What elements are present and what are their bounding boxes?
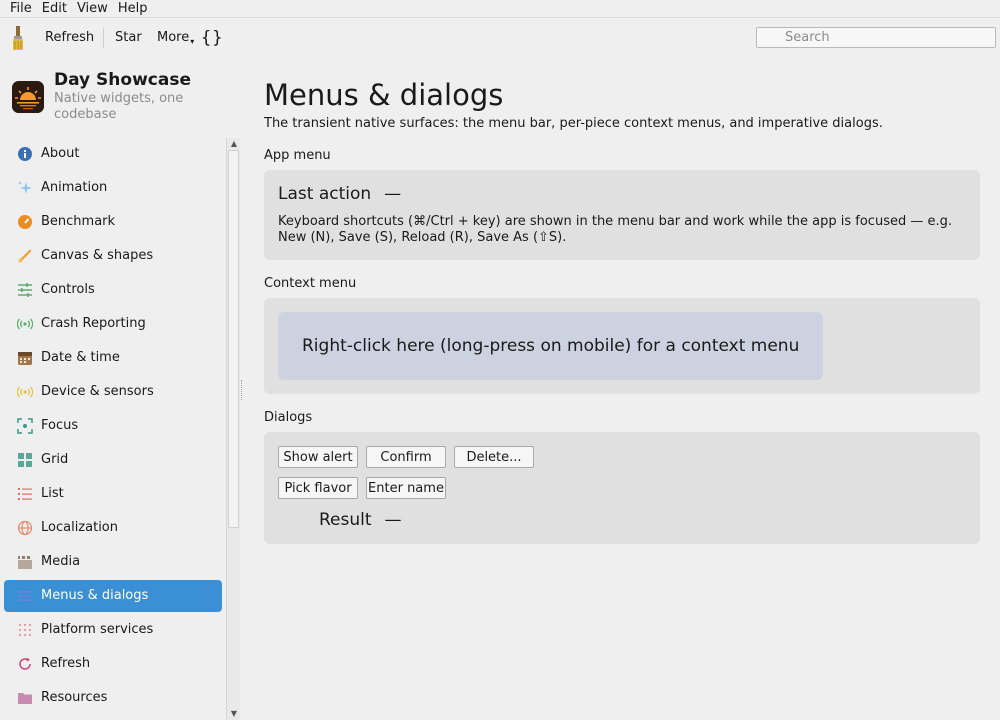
sidebar-item-label: Device & sensors — [41, 384, 154, 399]
more-button[interactable]: More▾ — [157, 30, 194, 47]
sidebar-item-label: Localization — [41, 520, 118, 535]
sidebar-item-canvas-shapes[interactable]: Canvas & shapes — [4, 240, 222, 272]
menu-edit[interactable]: Edit — [37, 0, 72, 17]
sidebar-item-device-sensors[interactable]: Device & sensors — [4, 376, 222, 408]
folder-icon — [17, 690, 33, 706]
scroll-up-arrow-icon[interactable]: ▲ — [229, 139, 239, 149]
sidebar-item-refresh[interactable]: Refresh — [4, 648, 222, 680]
menu-help[interactable]: Help — [113, 0, 153, 17]
app-subtitle: Native widgets, one codebase — [54, 91, 184, 122]
sensor-icon — [17, 384, 33, 400]
scroll-down-arrow-icon[interactable]: ▼ — [229, 709, 239, 719]
confirm-button[interactable]: Confirm — [366, 446, 446, 468]
scrollbar-thumb[interactable] — [228, 150, 239, 528]
sidebar-item-label: Media — [41, 554, 81, 569]
context-menu-target-area[interactable]: Right-click here (long-press on mobile) … — [278, 312, 823, 380]
app-menu-panel: Last action — Keyboard shortcuts (⌘/Ctrl … — [264, 170, 980, 260]
chevron-down-icon: ▾ — [190, 37, 195, 46]
braces-button[interactable]: {} — [201, 28, 223, 48]
sidebar-item-label: Platform services — [41, 622, 154, 637]
more-label: More — [157, 30, 190, 45]
sidebar-item-label: Menus & dialogs — [41, 588, 149, 603]
sidebar-scrollbar[interactable]: ▲ ▼ — [226, 138, 240, 720]
show-alert-button[interactable]: Show alert — [278, 446, 358, 468]
sidebar-item-label: Grid — [41, 452, 69, 467]
sidebar-item-label: Focus — [41, 418, 79, 433]
sidebar-item-label: Crash Reporting — [41, 316, 146, 331]
sidebar-item-label: Canvas & shapes — [41, 248, 154, 263]
menu-file[interactable]: File — [0, 0, 37, 17]
delete-button[interactable]: Delete... — [454, 446, 534, 468]
list-icon — [17, 486, 33, 502]
sidebar-item-crash-reporting[interactable]: Crash Reporting — [4, 308, 222, 340]
menu-icon — [17, 588, 33, 604]
sidebar-item-media[interactable]: Media — [4, 546, 222, 578]
star-button[interactable]: Star — [115, 30, 142, 46]
toolbar: Refresh Star More▾ {} — [0, 19, 1000, 57]
dots-grid-icon — [17, 622, 33, 638]
sidebar-item-label: Animation — [41, 180, 108, 195]
shortcut-note: Keyboard shortcuts (⌘/Ctrl + key) are sh… — [278, 214, 952, 245]
result-label: Result — [319, 510, 372, 530]
sidebar-item-about[interactable]: About — [4, 138, 222, 170]
calendar-icon — [17, 350, 33, 366]
dialogs-panel: Show alert Confirm Delete... Pick flavor… — [264, 432, 980, 544]
last-action-label: Last action — [278, 184, 372, 204]
section-dialogs-label: Dialogs — [264, 410, 313, 425]
sidebar-item-benchmark[interactable]: Benchmark — [4, 206, 222, 238]
sidebar-item-date-time[interactable]: Date & time — [4, 342, 222, 374]
pane-splitter-handle[interactable] — [241, 380, 244, 400]
sidebar-item-label: Benchmark — [41, 214, 116, 229]
sidebar-item-menus-dialogs[interactable]: Menus & dialogs — [4, 580, 222, 612]
menu-bar: File Edit View Help — [0, 0, 1000, 18]
sidebar-item-label: Controls — [41, 282, 95, 297]
sidebar-nav: About Animation Benchmark Canvas & shape… — [4, 138, 222, 720]
last-action-row: Last action — — [278, 184, 401, 204]
sidebar-item-controls[interactable]: Controls — [4, 274, 222, 306]
brush-logo-icon — [10, 25, 28, 51]
info-icon — [17, 146, 33, 162]
context-menu-panel: Right-click here (long-press on mobile) … — [264, 298, 980, 394]
page-title: Menus & dialogs — [264, 78, 504, 112]
sparkle-icon — [17, 180, 33, 196]
sidebar-item-grid[interactable]: Grid — [4, 444, 222, 476]
gauge-icon — [17, 214, 33, 230]
sidebar-item-platform-services[interactable]: Platform services — [4, 614, 222, 646]
last-action-value: — — [384, 184, 402, 204]
enter-name-button[interactable]: Enter name — [366, 477, 446, 499]
result-value: — — [384, 510, 402, 530]
sidebar-item-label: About — [41, 146, 80, 161]
clapper-icon — [17, 554, 33, 570]
brush-icon — [17, 248, 33, 264]
sidebar-item-label: Refresh — [41, 656, 91, 671]
sidebar-item-focus[interactable]: Focus — [4, 410, 222, 442]
sidebar-item-animation[interactable]: Animation — [4, 172, 222, 204]
grid-icon — [17, 452, 33, 468]
result-row: Result — — [319, 510, 402, 530]
sidebar-item-label: Resources — [41, 690, 108, 705]
refresh-icon — [17, 656, 33, 672]
app-title: Day Showcase — [54, 70, 191, 90]
app-logo-icon — [12, 81, 44, 113]
sidebar-item-label: Date & time — [41, 350, 120, 365]
sliders-icon — [17, 282, 33, 298]
sidebar-item-localization[interactable]: Localization — [4, 512, 222, 544]
pick-flavor-button[interactable]: Pick flavor — [278, 477, 358, 499]
search-input[interactable] — [756, 27, 996, 48]
refresh-button[interactable]: Refresh — [45, 30, 94, 46]
sidebar-item-list[interactable]: List — [4, 478, 222, 510]
focus-icon — [17, 418, 33, 434]
toolbar-separator — [103, 28, 104, 48]
page-description: The transient native surfaces: the menu … — [264, 116, 883, 131]
broadcast-icon — [17, 316, 33, 332]
section-app-menu-label: App menu — [264, 148, 331, 163]
section-context-menu-label: Context menu — [264, 276, 357, 291]
globe-icon — [17, 520, 33, 536]
sidebar-item-resources[interactable]: Resources — [4, 682, 222, 714]
menu-view[interactable]: View — [72, 0, 113, 17]
sidebar-item-label: List — [41, 486, 64, 501]
